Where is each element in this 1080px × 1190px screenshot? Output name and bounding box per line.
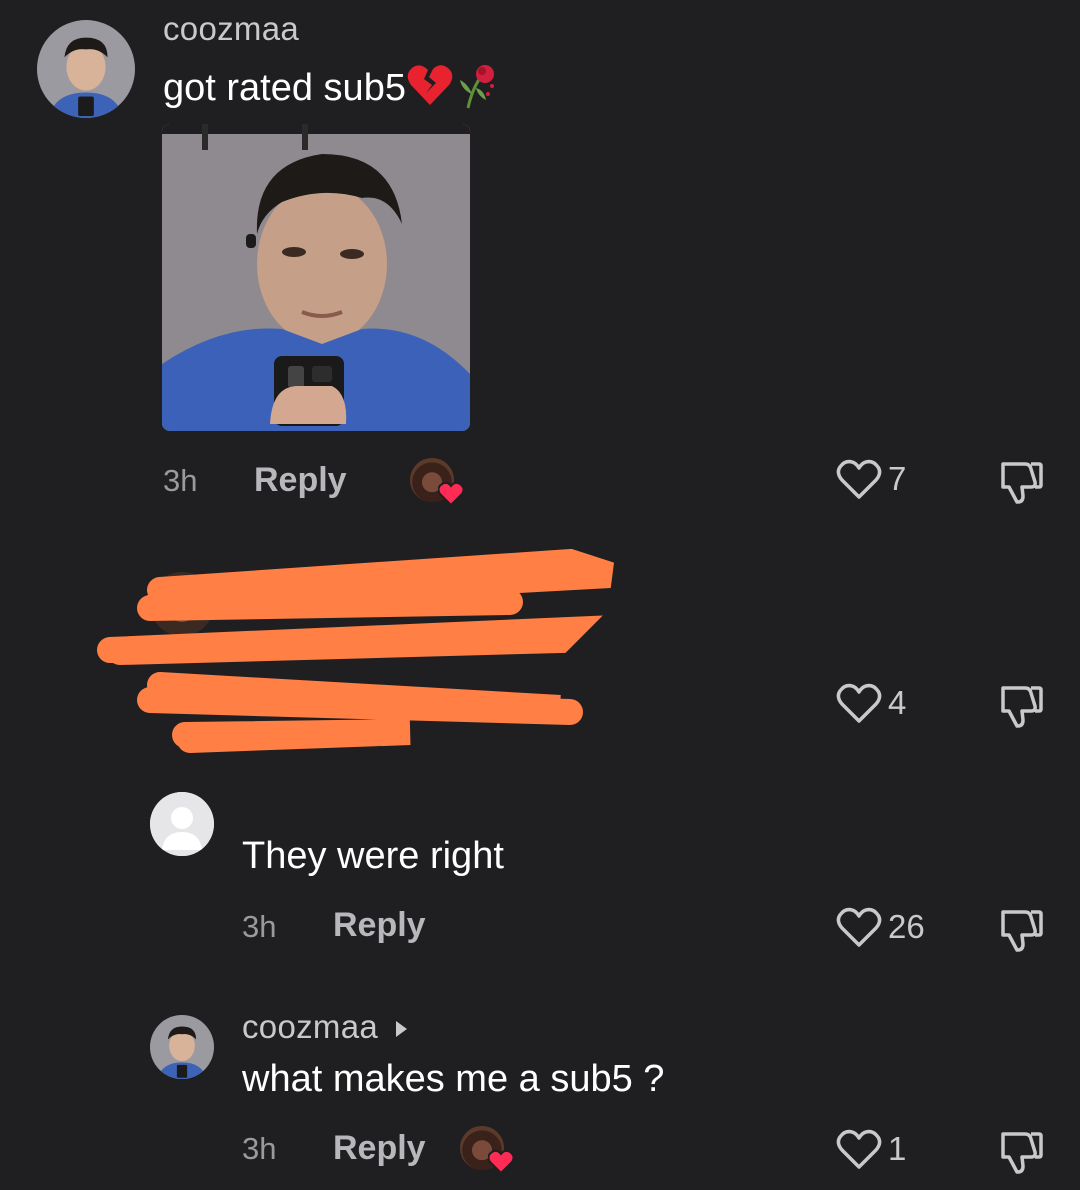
dislike-icon[interactable] bbox=[995, 1128, 1045, 1176]
comment-username[interactable]: coozmaa bbox=[242, 1008, 408, 1046]
creator-liked-avatar bbox=[410, 458, 464, 506]
reply-button[interactable]: Reply bbox=[254, 461, 347, 500]
avatar[interactable] bbox=[150, 1015, 214, 1079]
default-user-icon bbox=[150, 792, 214, 856]
comment-timestamp: 3h bbox=[242, 909, 277, 944]
heart-outline-icon bbox=[836, 459, 882, 499]
liked-by-creator-heart-icon bbox=[438, 482, 464, 506]
avatar[interactable] bbox=[37, 20, 135, 118]
heart-outline-icon bbox=[836, 907, 882, 947]
comment-text: They were right bbox=[242, 835, 504, 877]
comment-text: what makes me a sub5 ? bbox=[242, 1058, 665, 1100]
comment-username[interactable]: coozmaa bbox=[163, 10, 299, 48]
wilted-rose-icon bbox=[454, 60, 500, 120]
default-avatar[interactable] bbox=[150, 792, 214, 856]
comment-photo[interactable] bbox=[162, 124, 470, 431]
like-button[interactable]: 26 bbox=[836, 906, 925, 948]
comments-thread: coozmaa got rated sub5 3h Reply 7 4 They… bbox=[0, 0, 1080, 1190]
comment-timestamp: 3h bbox=[163, 463, 198, 498]
dislike-icon[interactable] bbox=[995, 906, 1045, 954]
reply-button[interactable]: Reply bbox=[333, 1129, 426, 1168]
like-count: 4 bbox=[888, 684, 907, 721]
dislike-icon[interactable] bbox=[995, 682, 1045, 730]
reply-button[interactable]: Reply bbox=[333, 906, 426, 945]
like-button[interactable]: 7 bbox=[836, 458, 906, 500]
creator-liked-avatar bbox=[460, 1126, 514, 1174]
like-button[interactable]: 1 bbox=[836, 1128, 906, 1170]
liked-by-creator-heart-icon bbox=[488, 1150, 514, 1174]
like-count: 26 bbox=[888, 908, 925, 945]
reply-to-arrow-icon bbox=[396, 1021, 408, 1038]
like-count: 1 bbox=[888, 1130, 907, 1167]
comment-timestamp: 3h bbox=[242, 1131, 277, 1166]
like-button[interactable]: 4 bbox=[836, 682, 906, 724]
comment-username-text: coozmaa bbox=[242, 1008, 379, 1045]
comment-text: got rated sub5 bbox=[163, 60, 500, 120]
redaction-scribble bbox=[97, 548, 615, 753]
avatar-image bbox=[37, 20, 135, 118]
selfie-photo-image bbox=[162, 124, 470, 431]
broken-heart-icon bbox=[406, 63, 454, 117]
avatar-image bbox=[150, 1015, 214, 1079]
like-count: 7 bbox=[888, 460, 907, 497]
heart-outline-icon bbox=[836, 1129, 882, 1169]
heart-outline-icon bbox=[836, 683, 882, 723]
comment-text-body: got rated sub5 bbox=[163, 67, 406, 110]
dislike-icon[interactable] bbox=[995, 458, 1045, 506]
